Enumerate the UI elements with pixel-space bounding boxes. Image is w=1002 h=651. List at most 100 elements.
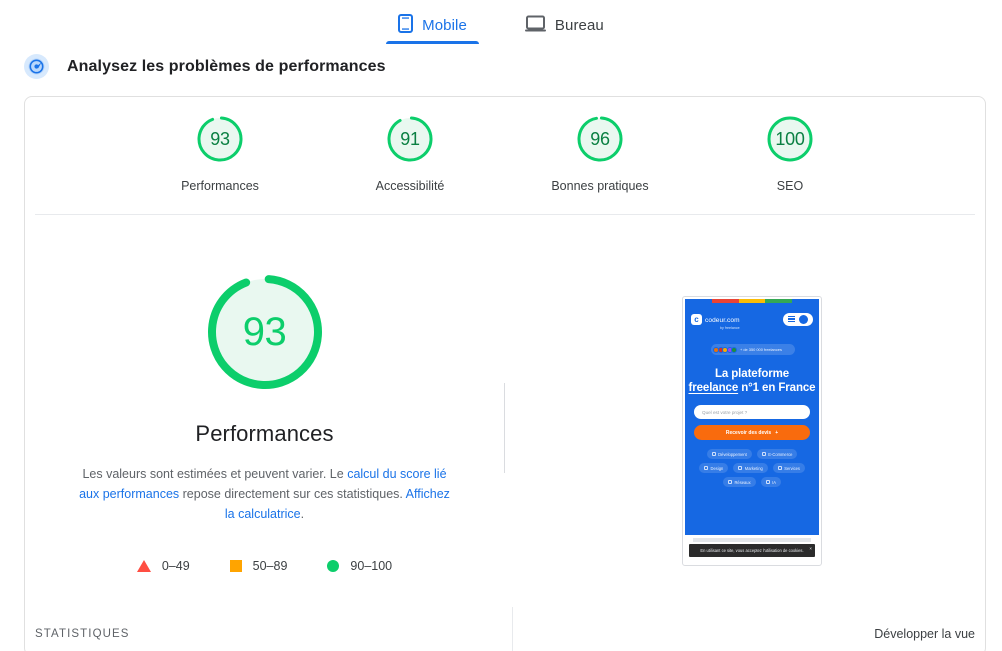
menu-button: [783, 312, 813, 326]
category-chip: Design: [699, 463, 729, 473]
desc-part-3: .: [300, 507, 305, 521]
category-icon: [777, 466, 782, 470]
category-icon: [761, 452, 766, 456]
legend-item-average: 50–89: [229, 558, 288, 573]
freelancer-count-badge: + de 350 000 freelances: [711, 344, 795, 355]
expand-view-button[interactable]: Développer la vue: [874, 627, 975, 641]
score-label: Performances: [181, 179, 259, 193]
tab-bureau-label: Bureau: [554, 17, 604, 34]
score-label: SEO: [776, 179, 804, 193]
main-gauge-value: 93: [242, 309, 287, 354]
category-chips: Développement E-Commerce Design Marketin…: [694, 449, 810, 487]
main-gauge: 93: [200, 267, 330, 397]
score-label: Accessibilité: [375, 179, 445, 193]
section-heading: Analysez les problèmes de performances: [24, 54, 386, 79]
site-logo: c codeur.com by freelance: [691, 309, 740, 330]
mini-gauge-accessibilite: 91: [384, 113, 436, 165]
pagespeed-report: Mobile Bureau Analysez les problèmes de: [0, 0, 1002, 651]
mini-gauge-value: 100: [775, 128, 805, 149]
headline-underlined: freelance: [688, 382, 739, 394]
screenshot-content: c codeur.com by freelance + de 350 000 f…: [685, 299, 819, 563]
category-icon: [727, 480, 732, 484]
logo-text: codeur.com: [705, 316, 740, 324]
desc-part-2: repose directement sur ces statistiques.: [179, 487, 406, 501]
circle-icon: [327, 559, 340, 572]
legend-range: 90–100: [350, 558, 393, 573]
mini-gauge-seo: 100: [764, 113, 816, 165]
performance-description: Les valeurs sont estimées et peuvent var…: [77, 464, 453, 524]
stats-footer: STATISTIQUES Développer la vue: [25, 611, 985, 651]
logo-mark: c: [691, 313, 702, 325]
hamburger-icon: [788, 315, 795, 323]
score-summary-row: 93 Performances 91 Accessibilité 96 Bonn…: [25, 97, 985, 214]
badge-text: + de 350 000 freelances: [740, 347, 782, 352]
desktop-icon: [524, 15, 546, 37]
score-item-bonnes-pratiques[interactable]: 96 Bonnes pratiques: [540, 113, 660, 193]
hero-background: [685, 303, 819, 535]
chip-label: E-Commerce: [768, 451, 793, 457]
headline-rest: n°1 en France: [738, 382, 816, 394]
category-chip: Réseaux: [722, 477, 756, 487]
score-legend: 0–49 50–89 90–100: [136, 558, 392, 573]
desc-part-1: Les valeurs sont estimées et peuvent var…: [82, 467, 348, 481]
category-chip: E-Commerce: [756, 449, 798, 459]
tab-bureau[interactable]: Bureau: [513, 0, 616, 44]
score-label: Bonnes pratiques: [551, 179, 649, 193]
placeholder-text-line: [693, 538, 811, 542]
cookie-banner: En utilisant ce site, vous acceptez l'ut…: [689, 544, 815, 557]
device-tabs: Mobile Bureau: [0, 0, 1002, 44]
score-item-seo[interactable]: 100 SEO: [730, 113, 850, 193]
hero-headline: La plateforme freelance n°1 en France: [685, 367, 819, 395]
logo-subtext: by freelance: [720, 325, 740, 330]
chip-label: IA: [772, 479, 777, 485]
chip-label: Réseaux: [734, 479, 751, 485]
triangle-icon: [136, 559, 151, 572]
close-icon: ×: [809, 546, 812, 551]
avatar-group-icon: [713, 346, 738, 353]
phone-icon: [398, 13, 414, 38]
mini-gauge-performances: 93: [194, 113, 246, 165]
chip-label: Services: [784, 465, 800, 471]
tab-mobile[interactable]: Mobile: [386, 0, 479, 44]
category-chip: IA: [760, 477, 782, 487]
category-icon: [738, 466, 743, 470]
card-divider: [35, 214, 975, 215]
plus-icon: +: [775, 429, 779, 436]
quote-cta-button: Recevoir des devis +: [694, 425, 810, 440]
chip-label: Marketing: [744, 465, 763, 471]
stats-label: STATISTIQUES: [35, 628, 130, 640]
performance-gauge-icon: [24, 54, 49, 79]
page-title: Analysez les problèmes de performances: [67, 57, 386, 75]
cookie-text: En utilisant ce site, vous acceptez l'ut…: [700, 548, 804, 553]
legend-range: 50–89: [252, 558, 288, 573]
tab-active-underline: [386, 41, 479, 44]
avatar-icon: [799, 314, 808, 324]
legend-range: 0–49: [161, 558, 190, 573]
cta-label: Recevoir des devis: [725, 429, 772, 436]
chip-label: Développement: [718, 451, 747, 457]
score-item-accessibilite[interactable]: 91 Accessibilité: [350, 113, 470, 193]
project-search-input: Quel est votre projet ?: [694, 405, 810, 419]
mini-gauge-value: 93: [210, 128, 230, 149]
headline-line-1: La plateforme: [714, 368, 790, 380]
main-gauge-title: Performances: [195, 421, 334, 446]
score-item-performances[interactable]: 93 Performances: [160, 113, 280, 193]
category-icon: [704, 466, 709, 470]
category-chip: Services: [772, 463, 805, 473]
category-icon: [711, 452, 716, 456]
category-chip: Développement: [706, 449, 752, 459]
footer-column-divider: [512, 607, 513, 651]
mini-gauge-value: 91: [400, 128, 420, 149]
site-header: c codeur.com by freelance: [685, 309, 819, 330]
report-card: 93 Performances 91 Accessibilité 96 Bonn…: [24, 96, 986, 651]
mini-gauge-value: 96: [590, 128, 610, 149]
square-icon: [229, 559, 242, 572]
page-screenshot-thumbnail: c codeur.com by freelance + de 350 000 f…: [682, 296, 822, 566]
category-chip: Marketing: [733, 463, 768, 473]
category-icon: [765, 480, 770, 484]
legend-item-poor: 0–49: [136, 558, 190, 573]
search-placeholder: Quel est votre projet ?: [702, 409, 748, 415]
legend-item-good: 90–100: [327, 559, 392, 573]
mini-gauge-bonnes-pratiques: 96: [574, 113, 626, 165]
performance-detail: 93 Performances Les valeurs sont estimée…: [25, 267, 504, 573]
